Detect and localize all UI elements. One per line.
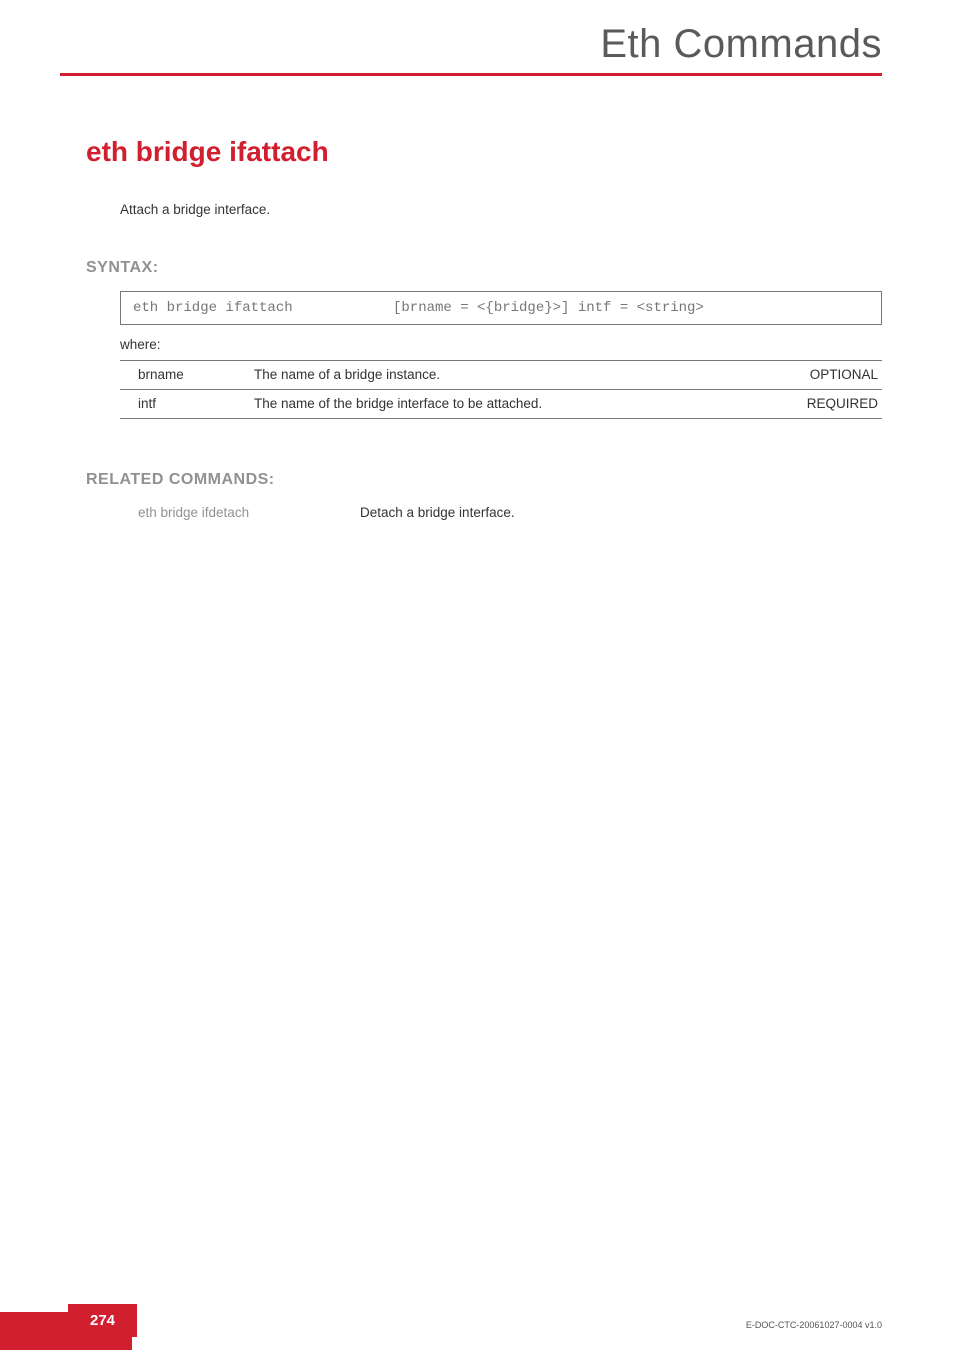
content-area: eth bridge ifattach Attach a bridge inte… — [0, 136, 882, 522]
top-rule — [60, 73, 882, 76]
page-footer: 274 E-DOC-CTC-20061027-0004 v1.0 — [0, 1300, 954, 1350]
param-req: REQUIRED — [772, 390, 882, 419]
parameters-table: brname The name of a bridge instance. OP… — [120, 360, 882, 419]
related-heading: RELATED COMMANDS: — [86, 471, 882, 489]
table-row: intf The name of the bridge interface to… — [120, 390, 882, 419]
param-req: OPTIONAL — [772, 361, 882, 390]
table-row: brname The name of a bridge instance. OP… — [120, 361, 882, 390]
param-desc: The name of the bridge interface to be a… — [250, 390, 772, 419]
chapter-title: Eth Commands — [0, 22, 882, 67]
syntax-arguments: [brname = <{bridge}>] intf = <string> — [393, 300, 869, 316]
param-name: intf — [120, 390, 250, 419]
page: Eth Commands eth bridge ifattach Attach … — [0, 0, 954, 1350]
command-intro: Attach a bridge interface. — [120, 202, 882, 217]
syntax-command: eth bridge ifattach — [133, 300, 393, 316]
command-title: eth bridge ifattach — [86, 136, 882, 168]
related-link[interactable]: eth bridge ifdetach — [120, 503, 360, 522]
param-desc: The name of a bridge instance. — [250, 361, 772, 390]
param-name: brname — [120, 361, 250, 390]
related-desc: Detach a bridge interface. — [360, 503, 882, 522]
table-row: eth bridge ifdetach Detach a bridge inte… — [120, 503, 882, 522]
syntax-heading: SYNTAX: — [86, 259, 882, 277]
footer-doc-id: E-DOC-CTC-20061027-0004 v1.0 — [746, 1320, 882, 1330]
related-commands-table: eth bridge ifdetach Detach a bridge inte… — [120, 503, 882, 522]
where-label: where: — [120, 337, 882, 352]
syntax-box: eth bridge ifattach [brname = <{bridge}>… — [120, 291, 882, 325]
page-number: 274 — [68, 1304, 137, 1337]
